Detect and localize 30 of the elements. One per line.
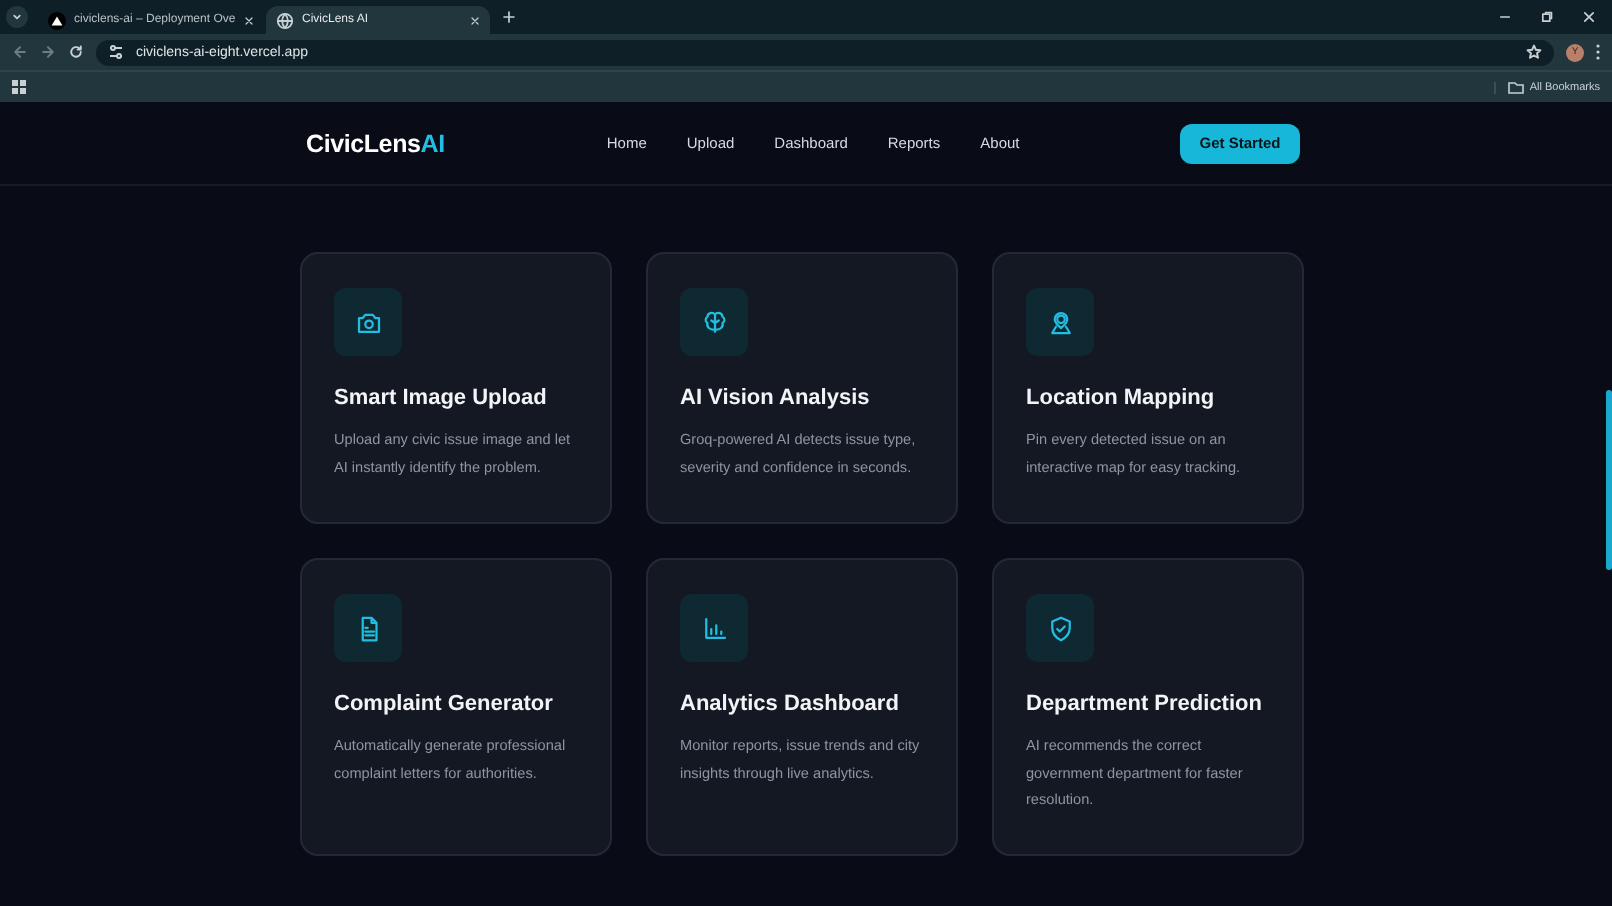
- new-tab-icon[interactable]: [502, 10, 516, 24]
- camera-icon: [334, 288, 402, 356]
- location-pin-icon: [1026, 288, 1094, 356]
- feature-title: Department Prediction: [1026, 692, 1264, 716]
- chevron-down-icon[interactable]: [10, 10, 24, 24]
- apps-grid-icon[interactable]: [12, 80, 26, 94]
- reload-icon[interactable]: [68, 44, 84, 60]
- close-tab-icon[interactable]: [470, 15, 480, 25]
- triangle-logo-icon: [48, 11, 66, 29]
- restore-icon[interactable]: [1540, 10, 1554, 24]
- shield-check-icon: [1026, 594, 1094, 662]
- feature-title: Smart Image Upload: [334, 386, 549, 410]
- bar-chart-icon: [680, 594, 748, 662]
- site-logo[interactable]: CivicLensAI: [306, 129, 445, 157]
- brain-icon: [680, 288, 748, 356]
- scrollbar-thumb[interactable]: [1606, 390, 1612, 570]
- feature-title: Analytics Dashboard: [680, 692, 901, 716]
- site-settings-icon[interactable]: [108, 44, 124, 60]
- minimize-icon[interactable]: [1498, 10, 1512, 24]
- bookmark-star-icon[interactable]: [1526, 44, 1542, 60]
- feature-title: Complaint Generator: [334, 692, 555, 716]
- globe-icon: [276, 11, 294, 29]
- feature-title: Location Mapping: [1026, 386, 1217, 410]
- back-icon[interactable]: [12, 44, 28, 60]
- close-icon[interactable]: [1582, 10, 1596, 24]
- document-icon: [334, 594, 402, 662]
- feature-title: AI Vision Analysis: [680, 386, 872, 410]
- close-tab-icon[interactable]: [243, 15, 254, 25]
- forward-icon[interactable]: [40, 44, 56, 60]
- folder-icon: [1507, 81, 1524, 93]
